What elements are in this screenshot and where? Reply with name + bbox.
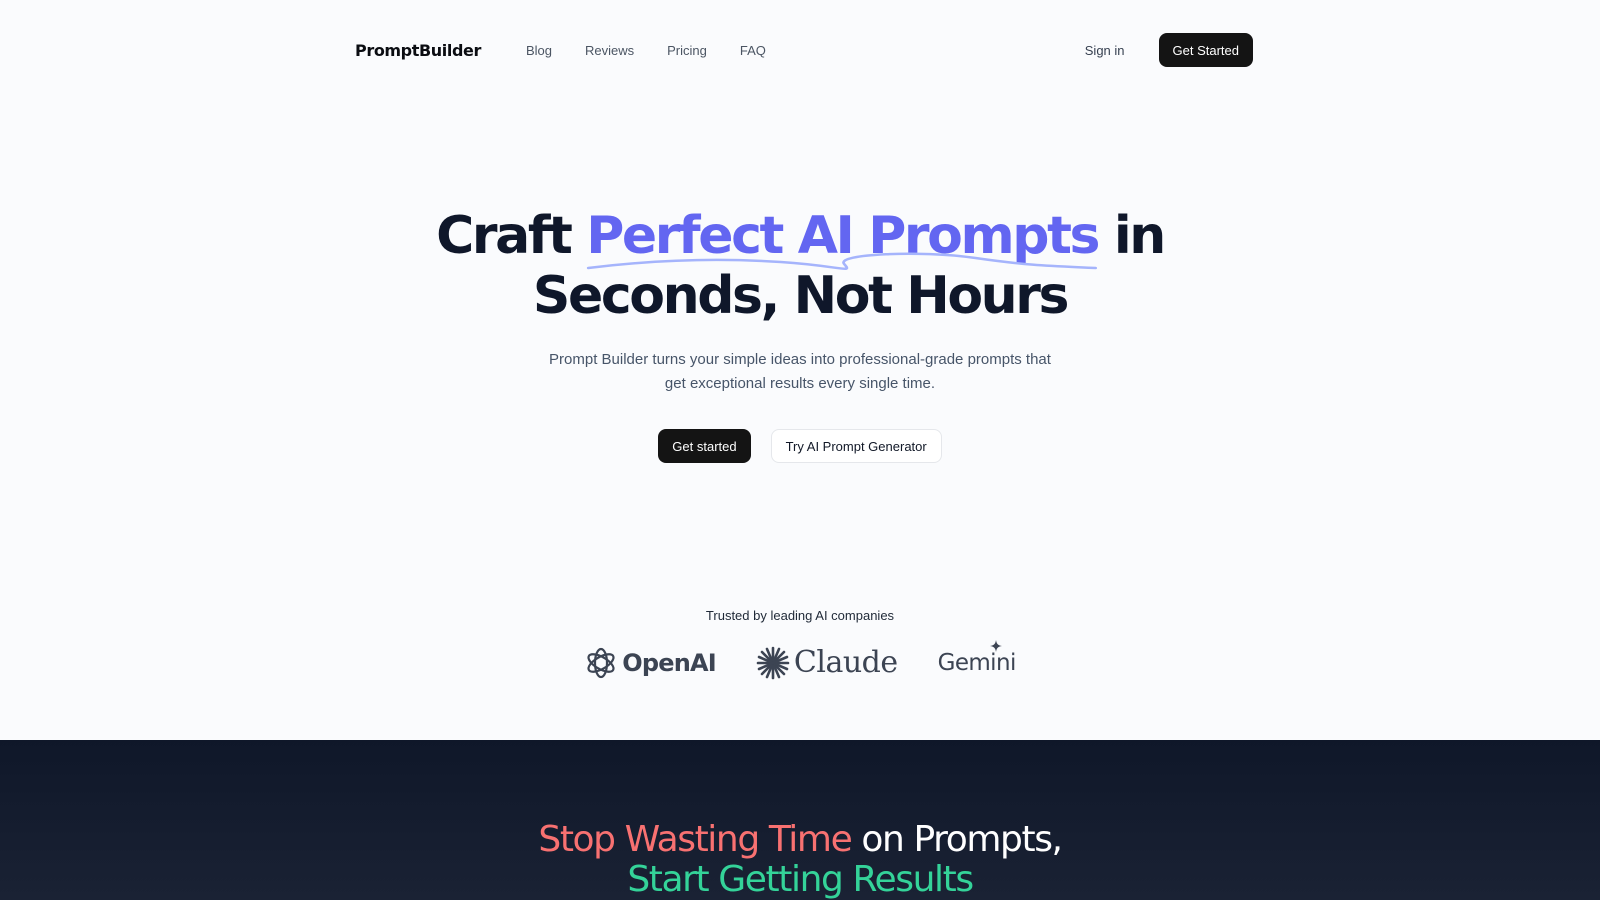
nav-link-reviews[interactable]: Reviews bbox=[585, 43, 634, 58]
claude-logo-text: Claude bbox=[793, 645, 898, 680]
gemini-logo-label: Gemini bbox=[937, 649, 1017, 676]
openai-logo: OpenAI bbox=[584, 646, 717, 680]
hero-subtitle: Prompt Builder turns your simple ideas i… bbox=[549, 351, 1051, 392]
hero-title: Craft Perfect AI Prompts in Seconds, Not… bbox=[0, 206, 1600, 326]
nav-actions: Sign in Get Started bbox=[1085, 33, 1253, 67]
heading-green-part: Start Getting Results bbox=[627, 859, 974, 900]
underline-squiggle-icon bbox=[587, 252, 1098, 271]
hero-title-accent: Perfect AI Prompts bbox=[586, 206, 1101, 271]
section-heading: Stop Wasting Time on Prompts, Start Gett… bbox=[0, 740, 1600, 900]
heading-red-part: Stop Wasting Time bbox=[538, 819, 852, 860]
claude-logo: Claude bbox=[756, 645, 898, 680]
nav-links: Blog Reviews Pricing FAQ bbox=[526, 43, 799, 58]
get-started-nav-button[interactable]: Get Started bbox=[1158, 33, 1253, 67]
hero-title-line2: Seconds, Not Hours bbox=[532, 266, 1070, 326]
top-navbar: PromptBuilder Blog Reviews Pricing FAQ S… bbox=[355, 33, 1253, 67]
claude-starburst-icon bbox=[756, 646, 790, 679]
get-started-button[interactable]: Get started bbox=[658, 429, 751, 463]
hero-section: Craft Perfect AI Prompts in Seconds, Not… bbox=[0, 206, 1600, 463]
gemini-spark-icon bbox=[989, 639, 1002, 652]
openai-knot-icon bbox=[587, 647, 615, 678]
openai-logo-text: OpenAI bbox=[622, 648, 716, 677]
hero-cta-group: Get started Try AI Prompt Generator bbox=[0, 429, 1600, 463]
trusted-label: Trusted by leading AI companies bbox=[705, 608, 895, 623]
nav-link-pricing[interactable]: Pricing bbox=[667, 43, 707, 58]
gemini-logo-text: Gemini bbox=[937, 639, 1017, 676]
hero-title-post: in bbox=[1098, 206, 1166, 266]
nav-link-faq[interactable]: FAQ bbox=[740, 43, 766, 58]
heading-white-part: on Prompts, bbox=[851, 819, 1063, 860]
brand-logo[interactable]: PromptBuilder bbox=[355, 41, 481, 60]
try-ai-prompt-generator-button[interactable]: Try AI Prompt Generator bbox=[770, 429, 942, 463]
nav-link-blog[interactable]: Blog bbox=[526, 43, 552, 58]
trusted-by-section: Trusted by leading AI companies OpenAI C… bbox=[0, 608, 1600, 680]
sign-in-link[interactable]: Sign in bbox=[1085, 43, 1125, 58]
stop-wasting-time-section: Stop Wasting Time on Prompts, Start Gett… bbox=[0, 740, 1600, 900]
company-logos: OpenAI Claude Gemini bbox=[0, 639, 1600, 680]
hero-title-pre: Craft bbox=[436, 206, 587, 266]
gemini-logo: Gemini bbox=[937, 639, 1017, 676]
